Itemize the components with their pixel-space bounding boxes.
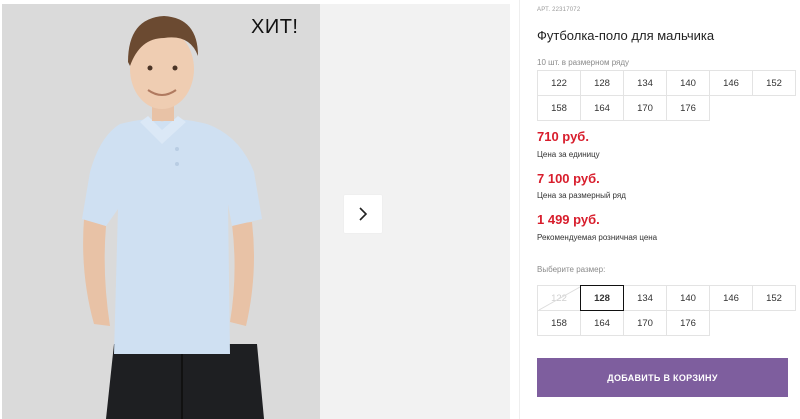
size-option-164[interactable]: 164 (580, 310, 624, 336)
size-row-cell: 176 (666, 95, 710, 121)
boy-in-polo-image (2, 4, 320, 419)
size-row-cell: 164 (580, 95, 624, 121)
size-option-140[interactable]: 140 (666, 285, 710, 311)
retail-price: 1 499 руб. (537, 212, 600, 227)
size-option-134[interactable]: 134 (623, 285, 667, 311)
size-row-cell: 140 (666, 70, 710, 96)
size-option-128[interactable]: 128 (580, 285, 624, 311)
size-row-cell: 170 (623, 95, 667, 121)
size-option-158[interactable]: 158 (537, 310, 581, 336)
size-option-176[interactable]: 176 (666, 310, 710, 336)
size-row-caption: 10 шт. в размерном ряду (537, 58, 630, 67)
unit-price-label: Цена за единицу (537, 150, 600, 159)
size-row-cell: 152 (752, 70, 796, 96)
size-option-122: 122 (537, 285, 581, 311)
choose-size-label: Выберите размер: (537, 265, 606, 274)
size-row-price: 7 100 руб. (537, 171, 600, 186)
column-divider (519, 0, 520, 419)
product-photo[interactable]: ХИТ! (2, 4, 320, 419)
product-gallery: ХИТ! (0, 0, 510, 419)
size-row-grid: 122 128 134 140 146 152 158 164 170 176 (537, 70, 796, 121)
size-option-152[interactable]: 152 (752, 285, 796, 311)
size-option-170[interactable]: 170 (623, 310, 667, 336)
size-row-cell: 134 (623, 70, 667, 96)
retail-price-label: Рекомендуемая розничная цена (537, 233, 658, 242)
size-row-cell: 122 (537, 70, 581, 96)
size-option-146[interactable]: 146 (709, 285, 753, 311)
chevron-right-icon (359, 207, 368, 221)
unit-price: 710 руб. (537, 129, 589, 144)
add-to-cart-button[interactable]: ДОБАВИТЬ В КОРЗИНУ (537, 358, 788, 397)
hit-badge: ХИТ! (251, 16, 299, 38)
size-row-price-label: Цена за размерный ряд (537, 191, 626, 200)
next-image-button[interactable] (344, 195, 382, 233)
product-title: Футболка-поло для мальчика (537, 28, 715, 43)
size-selector: 122 128 134 140 146 152 158 164 170 176 (537, 285, 796, 336)
size-row-cell: 146 (709, 70, 753, 96)
unavailable-strike-icon (538, 286, 581, 311)
size-row-cell: 158 (537, 95, 581, 121)
article-number: АРТ. 22317072 (537, 7, 581, 13)
size-row-cell: 128 (580, 70, 624, 96)
